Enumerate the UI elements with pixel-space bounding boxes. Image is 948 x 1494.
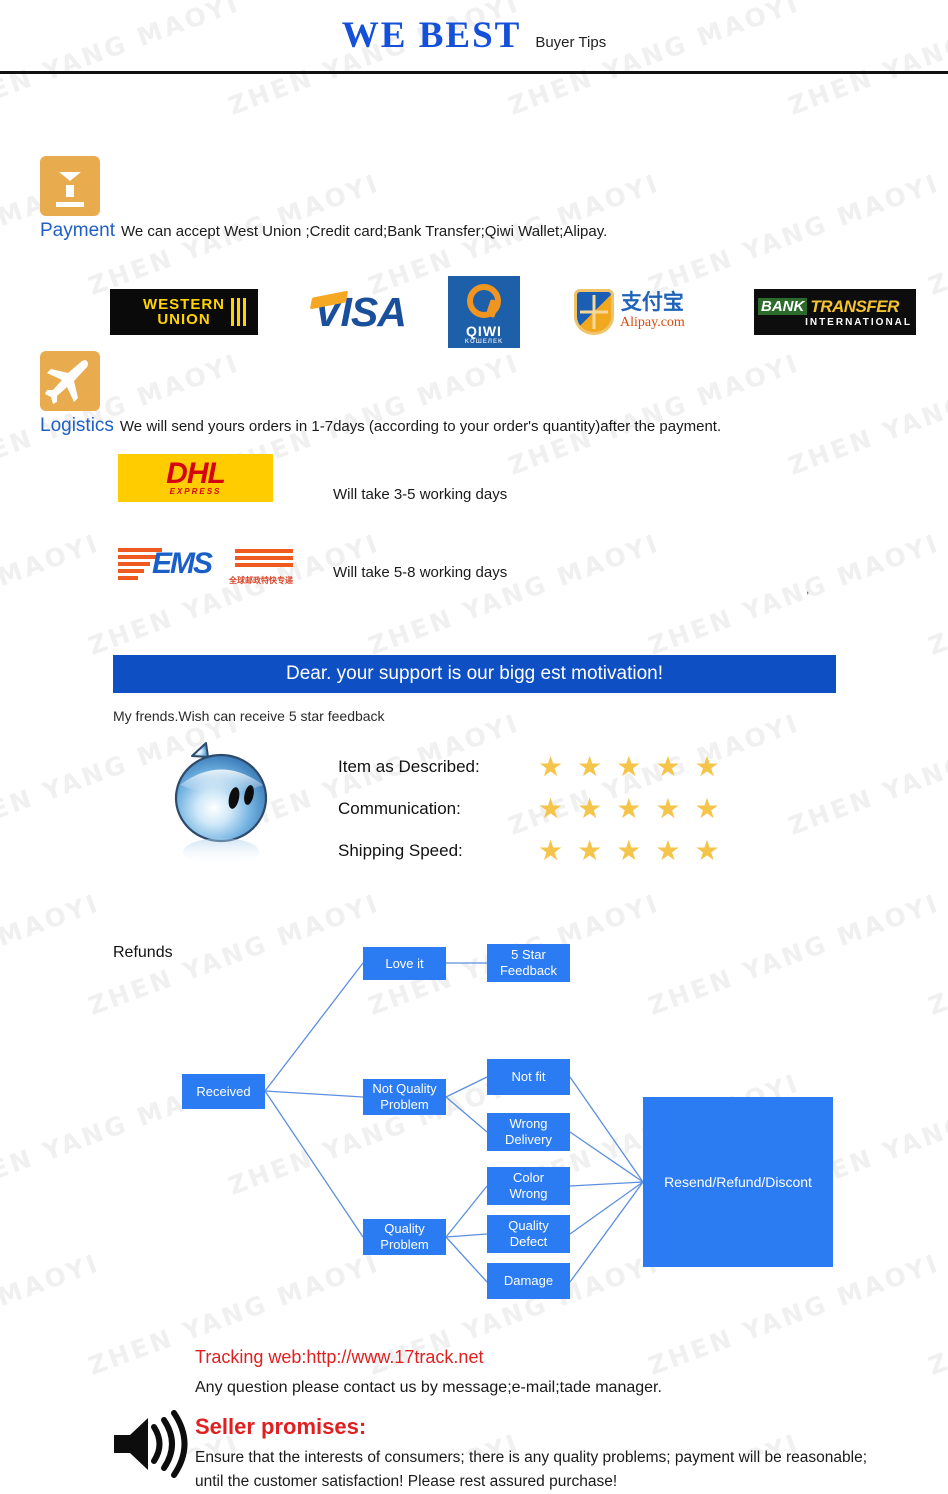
support-banner: Dear. your support is our bigg est motiv… xyxy=(113,655,836,693)
watermark-text: ZHEN YANG MAOYI xyxy=(364,528,664,661)
refunds-flowchart: Refunds Received Love it 5 Star Feedback… xyxy=(0,929,948,1309)
payment-logos: WESTERN UNION VISA QIWI KOШEЛEK 支付宝 Alip… xyxy=(110,276,916,348)
feedback-intro: My frends.Wish can receive 5 star feedba… xyxy=(113,708,385,724)
star-icon: ★ xyxy=(538,751,564,782)
payment-section: Payment We can accept West Union ;Credit… xyxy=(40,156,607,242)
dhl-word: DHL xyxy=(166,457,226,490)
star-icon: ★ xyxy=(694,835,720,866)
star-icon: ★ xyxy=(655,793,681,824)
watermark-text: ZHEN YANG MAOYI xyxy=(924,528,948,661)
transfer-word: TRANSFER xyxy=(810,296,899,316)
star-icon: ★ xyxy=(616,835,642,866)
star-icon: ★ xyxy=(538,835,564,866)
flow-node-not-fit[interactable]: Not fit xyxy=(487,1059,570,1095)
bank-transfer-logo: BANK TRANSFER INTERNATIONAL xyxy=(754,289,916,335)
flow-node-wrong-delivery[interactable]: Wrong Delivery xyxy=(487,1113,570,1151)
flow-node-color-wrong[interactable]: Color Wrong xyxy=(487,1167,570,1205)
ems-cn-text: 全球邮政特快专递 xyxy=(229,576,293,585)
blue-smiley-face-icon xyxy=(168,740,278,875)
rating-row: Item as Described: ★ ★ ★ ★ ★ xyxy=(338,746,720,788)
western-union-logo: WESTERN UNION xyxy=(110,289,258,335)
alipay-cn-text: 支付宝 xyxy=(620,289,684,314)
watermark-text: ZHEN YANG MAOYI xyxy=(644,528,944,661)
seller-promises-title: Seller promises: xyxy=(195,1414,367,1439)
star-icon: ★ xyxy=(655,751,681,782)
tracking-link[interactable]: Tracking web:http://www.17track.net xyxy=(195,1347,483,1368)
airplane-icon xyxy=(40,351,100,411)
payment-label: Payment xyxy=(40,220,115,241)
star-icon: ★ xyxy=(616,751,642,782)
rating-label: Shipping Speed: xyxy=(338,841,463,860)
rating-label: Item as Described: xyxy=(338,757,480,776)
dhl-sub: EXPRESS xyxy=(169,487,222,496)
header-subtitle: Buyer Tips xyxy=(535,34,607,51)
flow-node-quality-problem[interactable]: Quality Problem xyxy=(363,1219,446,1255)
ems-note: Will take 5-8 working days xyxy=(333,564,508,581)
logistics-text: We will send yours orders in 1-7days (ac… xyxy=(119,418,722,435)
dhl-note: Will take 3-5 working days xyxy=(333,486,508,503)
star-icon: ★ xyxy=(694,793,720,824)
bank-transfer-sub: INTERNATIONAL xyxy=(805,316,912,328)
ems-logo: EMS 全球邮政特快专递 xyxy=(118,544,293,588)
bank-word: BANK xyxy=(758,298,808,315)
flow-node-received[interactable]: Received xyxy=(182,1074,265,1109)
star-icon: ★ xyxy=(577,835,603,866)
visa-logo: VISA xyxy=(294,284,426,340)
page-header: WE BEST Buyer Tips xyxy=(0,0,948,74)
watermark-text: ZHEN YANG MAOYI xyxy=(0,528,104,661)
rating-row: Communication: ★ ★ ★ ★ ★ xyxy=(338,788,720,830)
star-icon: ★ xyxy=(577,793,603,824)
watermark-text: ZHEN YANG MAOYI xyxy=(784,348,948,481)
star-icon: ★ xyxy=(694,751,720,782)
flow-node-love-it[interactable]: Love it xyxy=(363,947,446,980)
alipay-shield-icon xyxy=(574,289,614,335)
watermark-text: ZHEN YANG MAOYI xyxy=(784,708,948,841)
star-icon: ★ xyxy=(577,751,603,782)
wu-line1: WESTERN xyxy=(143,295,225,313)
flow-node-5-star-feedback[interactable]: 5 Star Feedback xyxy=(487,944,570,982)
package-box-icon xyxy=(40,156,100,216)
rating-list: Item as Described: ★ ★ ★ ★ ★ Communication: … xyxy=(338,746,720,872)
payment-text: We can accept West Union ;Credit card;Ba… xyxy=(120,223,608,240)
dhl-logo: DHL EXPRESS xyxy=(118,454,273,502)
wu-bars-icon xyxy=(231,298,246,326)
stray-comma-mark: , xyxy=(806,582,810,596)
star-rating: ★ ★ ★ ★ ★ xyxy=(538,753,720,781)
star-icon: ★ xyxy=(538,793,564,824)
flow-node-not-quality-problem[interactable]: Not Quality Problem xyxy=(363,1079,446,1115)
qiwi-text: QIWI xyxy=(466,323,502,339)
seller-promises-body: Ensure that the interests of consumers; … xyxy=(195,1449,868,1491)
contact-note: Any question please contact us by messag… xyxy=(195,1379,662,1396)
logistics-label: Logistics xyxy=(40,415,114,436)
rating-row: Shipping Speed: ★ ★ ★ ★ ★ xyxy=(338,830,720,872)
star-rating: ★ ★ ★ ★ ★ xyxy=(538,837,720,865)
qiwi-subtext: KOШEЛEK xyxy=(464,339,504,345)
qiwi-q-icon xyxy=(467,284,501,318)
ems-right-stripes-icon xyxy=(235,549,293,567)
ems-word: EMS xyxy=(152,547,213,580)
alipay-en-text: Alipay.com xyxy=(620,314,685,330)
wu-line2: UNION xyxy=(157,311,211,328)
star-icon: ★ xyxy=(655,835,681,866)
star-rating: ★ ★ ★ ★ ★ xyxy=(538,795,720,823)
qiwi-logo: QIWI KOШEЛEK xyxy=(448,276,520,348)
speaker-icon xyxy=(110,1409,195,1479)
alipay-logo: 支付宝 Alipay.com xyxy=(574,285,722,339)
rating-label: Communication: xyxy=(338,799,461,818)
star-icon: ★ xyxy=(616,793,642,824)
logistics-section: Logistics We will send yours orders in 1… xyxy=(40,351,721,437)
flow-node-damage[interactable]: Damage xyxy=(487,1263,570,1299)
brand-title: WE BEST xyxy=(341,15,522,56)
flow-node-resolution[interactable]: Resend/Refund/Discont xyxy=(643,1097,833,1267)
flow-node-quality-defect[interactable]: Quality Defect xyxy=(487,1215,570,1253)
watermark-text: ZHEN YANG MAOYI xyxy=(924,168,948,301)
